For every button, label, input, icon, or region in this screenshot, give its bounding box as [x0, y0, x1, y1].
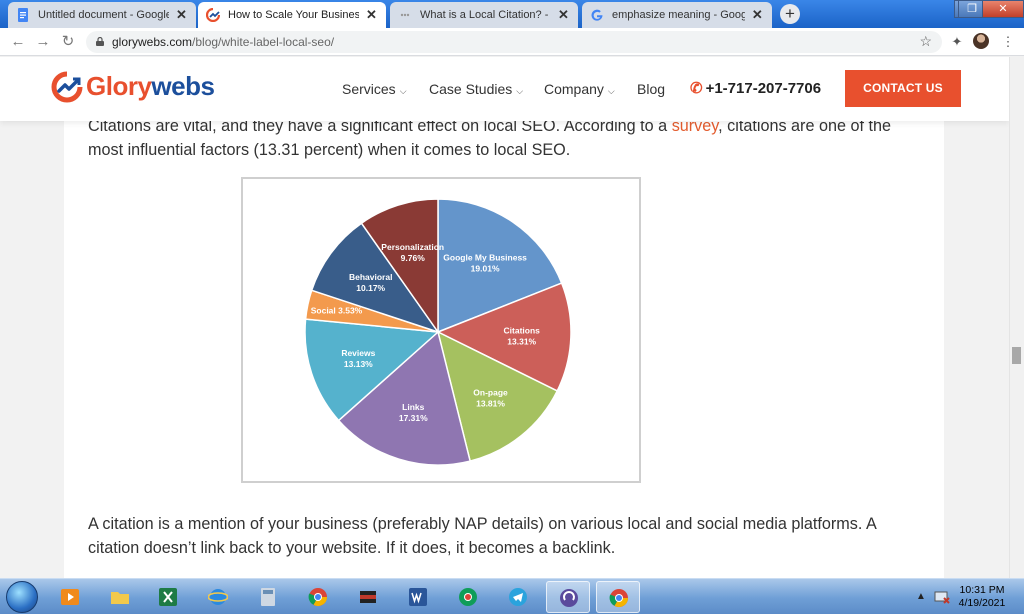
- page-scrollbar[interactable]: [1009, 57, 1024, 578]
- para1-text-c: most influential factors (13.31 percent)…: [88, 141, 571, 159]
- para2-line1: A citation is a mention of your business…: [88, 515, 877, 533]
- reload-icon[interactable]: ↻: [58, 32, 78, 52]
- chevron-down-icon: ⌵: [399, 86, 407, 96]
- close-tab-icon[interactable]: ✕: [365, 7, 378, 23]
- chevron-down-icon: ⌵: [516, 86, 524, 96]
- taskbar-chrome[interactable]: [296, 581, 340, 613]
- chevron-down-icon: ⌵: [607, 86, 615, 96]
- taskbar-chrome-2[interactable]: [446, 581, 490, 613]
- logo-part-1: Glory: [86, 71, 152, 101]
- taskbar-excel[interactable]: [146, 581, 190, 613]
- scrollbar-thumb[interactable]: [1012, 347, 1021, 364]
- contact-us-button[interactable]: CONTACT US: [845, 70, 961, 107]
- tab-local-citation[interactable]: What is a Local Citation? - White ✕: [390, 2, 578, 28]
- taskbar-word[interactable]: [396, 581, 440, 613]
- start-button[interactable]: [6, 581, 38, 613]
- close-tab-icon[interactable]: ✕: [175, 7, 188, 23]
- tab-google-search[interactable]: emphasize meaning - Google Se ✕: [582, 2, 772, 28]
- tab-google-docs[interactable]: Untitled document - Google Doc ✕: [8, 2, 196, 28]
- forward-icon[interactable]: →: [33, 32, 53, 52]
- phone-number: +1-717-207-7706: [705, 80, 822, 97]
- media-player-icon: [61, 589, 79, 605]
- system-clock[interactable]: 10:31 PM 4/19/2021: [952, 584, 1012, 610]
- excel-icon: [159, 588, 177, 606]
- nav-label: Services: [342, 81, 396, 97]
- tab-glorywebs[interactable]: How to Scale Your Business with ✕: [198, 2, 386, 28]
- browser-tab-strip: Untitled document - Google Doc ✕ How to …: [0, 0, 1024, 28]
- pie-label-on-page: On-page 13.81%: [473, 387, 508, 408]
- docs-icon: [18, 8, 28, 22]
- close-tab-icon[interactable]: ✕: [751, 7, 764, 23]
- taskbar-app-swirl[interactable]: [546, 581, 590, 613]
- bookmark-star-icon[interactable]: ☆: [919, 33, 932, 50]
- logo-wordmark[interactable]: Glorywebs: [86, 71, 215, 102]
- taskbar-telegram[interactable]: [496, 581, 540, 613]
- glorywebs-icon: [206, 8, 220, 22]
- pie-label-reviews: Reviews 13.13%: [341, 348, 375, 369]
- chrome-icon: [308, 588, 327, 607]
- logo-part-2: webs: [151, 71, 215, 101]
- browser-toolbar: ← → ↻ glorywebs.com/blog/white-label-loc…: [0, 28, 1024, 56]
- windows-taskbar: ▲ 10:31 PM 4/19/2021: [0, 578, 1024, 614]
- nav-case-studies[interactable]: Case Studies ⌵: [429, 81, 523, 97]
- taskbar-app-flag[interactable]: [346, 581, 390, 613]
- lock-icon: [96, 37, 104, 46]
- tab-label: How to Scale Your Business with: [228, 9, 359, 21]
- tab-label: Untitled document - Google Doc: [38, 9, 169, 21]
- para2-line2: citation doesn’t link back to your websi…: [88, 539, 616, 557]
- swirl-app-icon: [560, 589, 578, 607]
- extensions-icon[interactable]: ✦: [949, 34, 965, 50]
- telegram-icon: [509, 588, 527, 606]
- network-icon[interactable]: [934, 590, 950, 604]
- site-header: Glorywebs Services ⌵ Case Studies ⌵ Compan…: [0, 57, 1009, 121]
- back-icon[interactable]: ←: [8, 32, 28, 52]
- taskbar-ie[interactable]: [196, 581, 240, 613]
- glorywebs-logo-icon[interactable]: [51, 71, 83, 103]
- nav-label: Blog: [637, 81, 666, 97]
- url-path: /blog/white-label-local-seo/: [192, 35, 335, 49]
- profile-avatar[interactable]: [973, 33, 989, 49]
- clock-time: 10:31 PM: [959, 584, 1005, 596]
- clock-date: 4/19/2021: [958, 597, 1006, 609]
- paragraph-citations: Citations are vital, and they have a sig…: [88, 114, 928, 162]
- loading-icon: [400, 13, 410, 17]
- url-text: glorywebs.com/blog/white-label-local-seo…: [112, 35, 334, 49]
- nav-label: Company: [544, 81, 604, 97]
- nav-company[interactable]: Company ⌵: [544, 81, 615, 97]
- chrome-profile-icon: [459, 588, 477, 606]
- web-page: Citations are vital, and they have a sig…: [0, 57, 1009, 578]
- internet-explorer-icon: [208, 589, 228, 605]
- pie-label-social: Social 3.53%: [311, 306, 363, 316]
- pie-chart: Google My Business 19.01%Citations 13.31%O…: [304, 198, 572, 466]
- flag-app-icon: [360, 591, 376, 603]
- show-hidden-icons[interactable]: ▲: [916, 591, 926, 602]
- url-host: glorywebs.com: [112, 35, 193, 49]
- taskbar-explorer[interactable]: [98, 581, 142, 613]
- phone-icon: ✆: [690, 80, 703, 97]
- tab-label: What is a Local Citation? - White: [420, 9, 551, 21]
- paragraph-definition: A citation is a mention of your business…: [88, 512, 928, 560]
- menu-icon[interactable]: ⋮: [1000, 34, 1016, 50]
- taskbar-chrome-active[interactable]: [596, 581, 640, 613]
- calculator-icon: [261, 588, 275, 606]
- google-icon: [591, 9, 603, 21]
- nav-blog[interactable]: Blog: [637, 81, 665, 97]
- tab-label: emphasize meaning - Google Se: [612, 9, 745, 21]
- new-tab-button[interactable]: +: [780, 4, 800, 24]
- nav-label: Case Studies: [429, 81, 513, 97]
- pie-label-citations: Citations 13.31%: [504, 325, 541, 346]
- close-window-button[interactable]: ✕: [982, 0, 1024, 18]
- taskbar-calculator[interactable]: [246, 581, 290, 613]
- close-tab-icon[interactable]: ✕: [557, 7, 570, 23]
- word-icon: [409, 588, 427, 606]
- pie-label-links: Links 17.31%: [399, 402, 428, 423]
- chrome-icon: [609, 589, 628, 608]
- citation-factors-chart: Google My Business 19.01% Citations 13.31% O…: [241, 177, 641, 483]
- address-bar[interactable]: glorywebs.com/blog/white-label-local-seo…: [86, 31, 942, 53]
- phone-link[interactable]: ✆ +1-717-207-7706: [690, 79, 821, 97]
- taskbar-media-player[interactable]: [48, 581, 92, 613]
- nav-services[interactable]: Services ⌵: [342, 81, 407, 97]
- folder-icon: [111, 592, 129, 604]
